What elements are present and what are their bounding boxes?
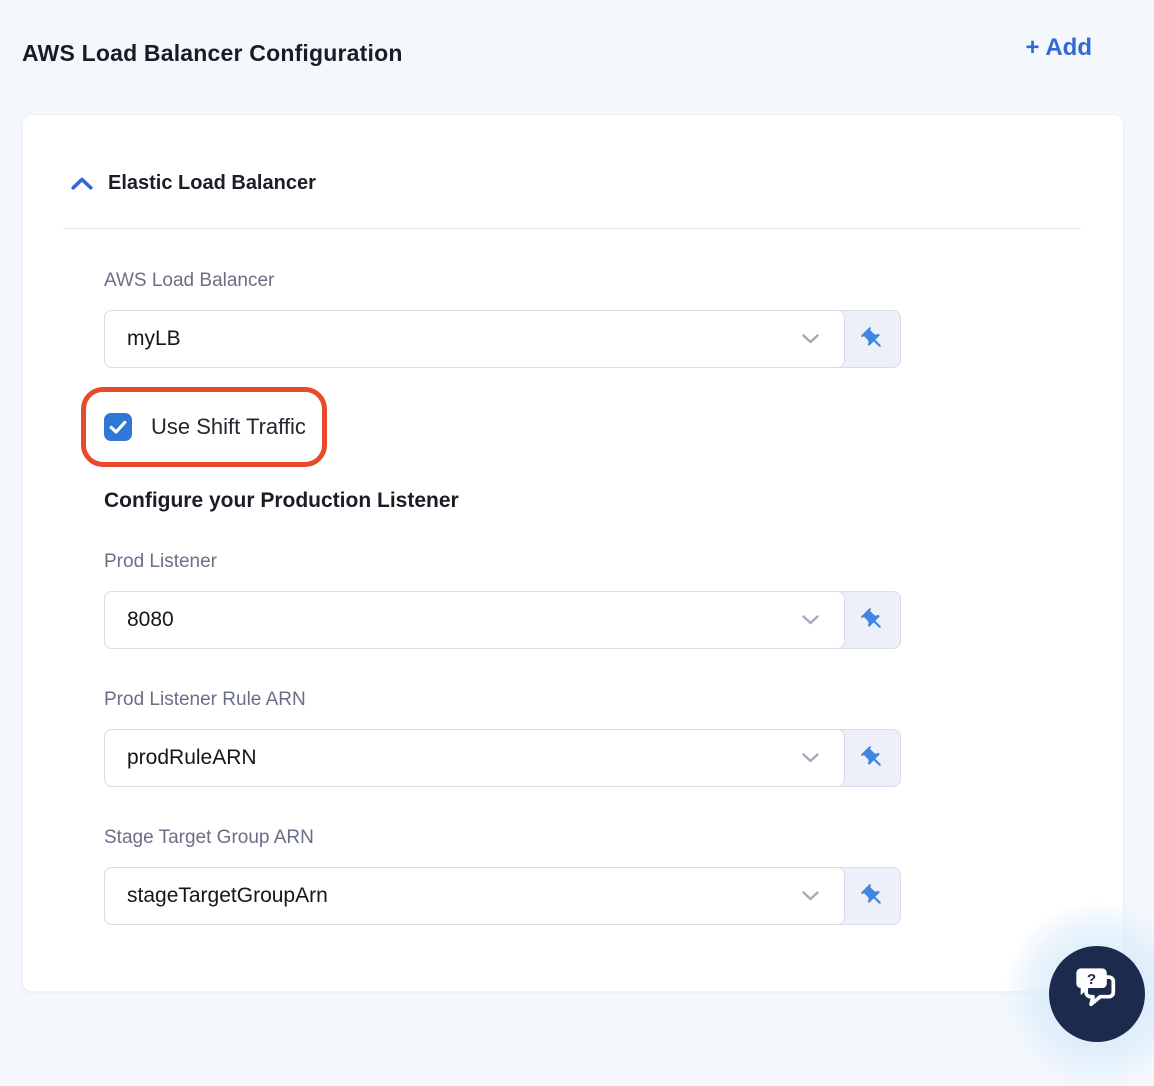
aws-load-balancer-input-group: myLB bbox=[104, 310, 901, 368]
load-balancer-config-panel: Elastic Load Balancer AWS Load Balancer … bbox=[22, 114, 1124, 992]
chevron-down-icon[interactable] bbox=[802, 753, 819, 763]
pushpin-icon bbox=[860, 883, 886, 909]
field-prod-listener: Prod Listener 8080 bbox=[104, 551, 901, 649]
prod-listener-rule-arn-value: prodRuleARN bbox=[127, 746, 257, 769]
annotation-red-highlight-box: Use Shift Traffic bbox=[81, 387, 327, 467]
use-shift-traffic-option[interactable]: Use Shift Traffic bbox=[104, 413, 306, 441]
prod-listener-rule-arn-select[interactable]: prodRuleARN bbox=[104, 729, 845, 787]
use-shift-traffic-label: Use Shift Traffic bbox=[151, 414, 306, 439]
pin-button[interactable] bbox=[845, 311, 900, 367]
aws-load-balancer-select[interactable]: myLB bbox=[104, 310, 845, 368]
section-divider bbox=[63, 228, 1081, 229]
aws-load-balancer-value: myLB bbox=[127, 327, 181, 350]
prod-listener-value: 8080 bbox=[127, 608, 174, 631]
pushpin-icon bbox=[860, 745, 886, 771]
pushpin-icon bbox=[860, 607, 886, 633]
chevron-down-icon[interactable] bbox=[802, 891, 819, 901]
prod-listener-label: Prod Listener bbox=[104, 551, 218, 572]
page-title: AWS Load Balancer Configuration bbox=[22, 40, 403, 66]
field-prod-listener-rule-arn: Prod Listener Rule ARN prodRuleARN bbox=[104, 689, 901, 787]
pin-button[interactable] bbox=[845, 730, 900, 786]
chat-question-icon: ? bbox=[1072, 963, 1122, 1013]
chevron-down-icon[interactable] bbox=[802, 334, 819, 344]
checkbox-checked[interactable] bbox=[104, 413, 132, 441]
pin-button[interactable] bbox=[845, 592, 900, 648]
svg-text:?: ? bbox=[1087, 971, 1096, 988]
prod-listener-rule-arn-label: Prod Listener Rule ARN bbox=[104, 689, 306, 710]
prod-listener-rule-arn-input-group: prodRuleARN bbox=[104, 729, 901, 787]
field-stage-target-group-arn: Stage Target Group ARN stageTargetGroupA… bbox=[104, 827, 901, 925]
production-listener-heading: Configure your Production Listener bbox=[104, 489, 459, 512]
pushpin-icon bbox=[860, 326, 886, 352]
chevron-up-icon[interactable] bbox=[71, 177, 93, 190]
prod-listener-input-group: 8080 bbox=[104, 591, 901, 649]
page-header: AWS Load Balancer Configuration + Add bbox=[0, 0, 1154, 68]
field-aws-load-balancer: AWS Load Balancer myLB bbox=[104, 270, 901, 368]
pin-button[interactable] bbox=[845, 868, 900, 924]
stage-target-group-arn-input-group: stageTargetGroupArn bbox=[104, 867, 901, 925]
section-title: Elastic Load Balancer bbox=[108, 171, 316, 194]
help-chat-button[interactable]: ? bbox=[1049, 946, 1145, 1042]
prod-listener-select[interactable]: 8080 bbox=[104, 591, 845, 649]
section-header-elastic-load-balancer[interactable]: Elastic Load Balancer bbox=[71, 171, 1081, 195]
stage-target-group-arn-value: stageTargetGroupArn bbox=[127, 884, 328, 907]
section-content: AWS Load Balancer myLB Use Shift Traffic… bbox=[81, 270, 901, 925]
stage-target-group-arn-select[interactable]: stageTargetGroupArn bbox=[104, 867, 845, 925]
chevron-down-icon[interactable] bbox=[802, 615, 819, 625]
aws-load-balancer-label: AWS Load Balancer bbox=[104, 270, 275, 291]
check-icon bbox=[109, 420, 127, 434]
stage-target-group-arn-label: Stage Target Group ARN bbox=[104, 827, 314, 848]
add-button[interactable]: + Add bbox=[1026, 34, 1092, 62]
